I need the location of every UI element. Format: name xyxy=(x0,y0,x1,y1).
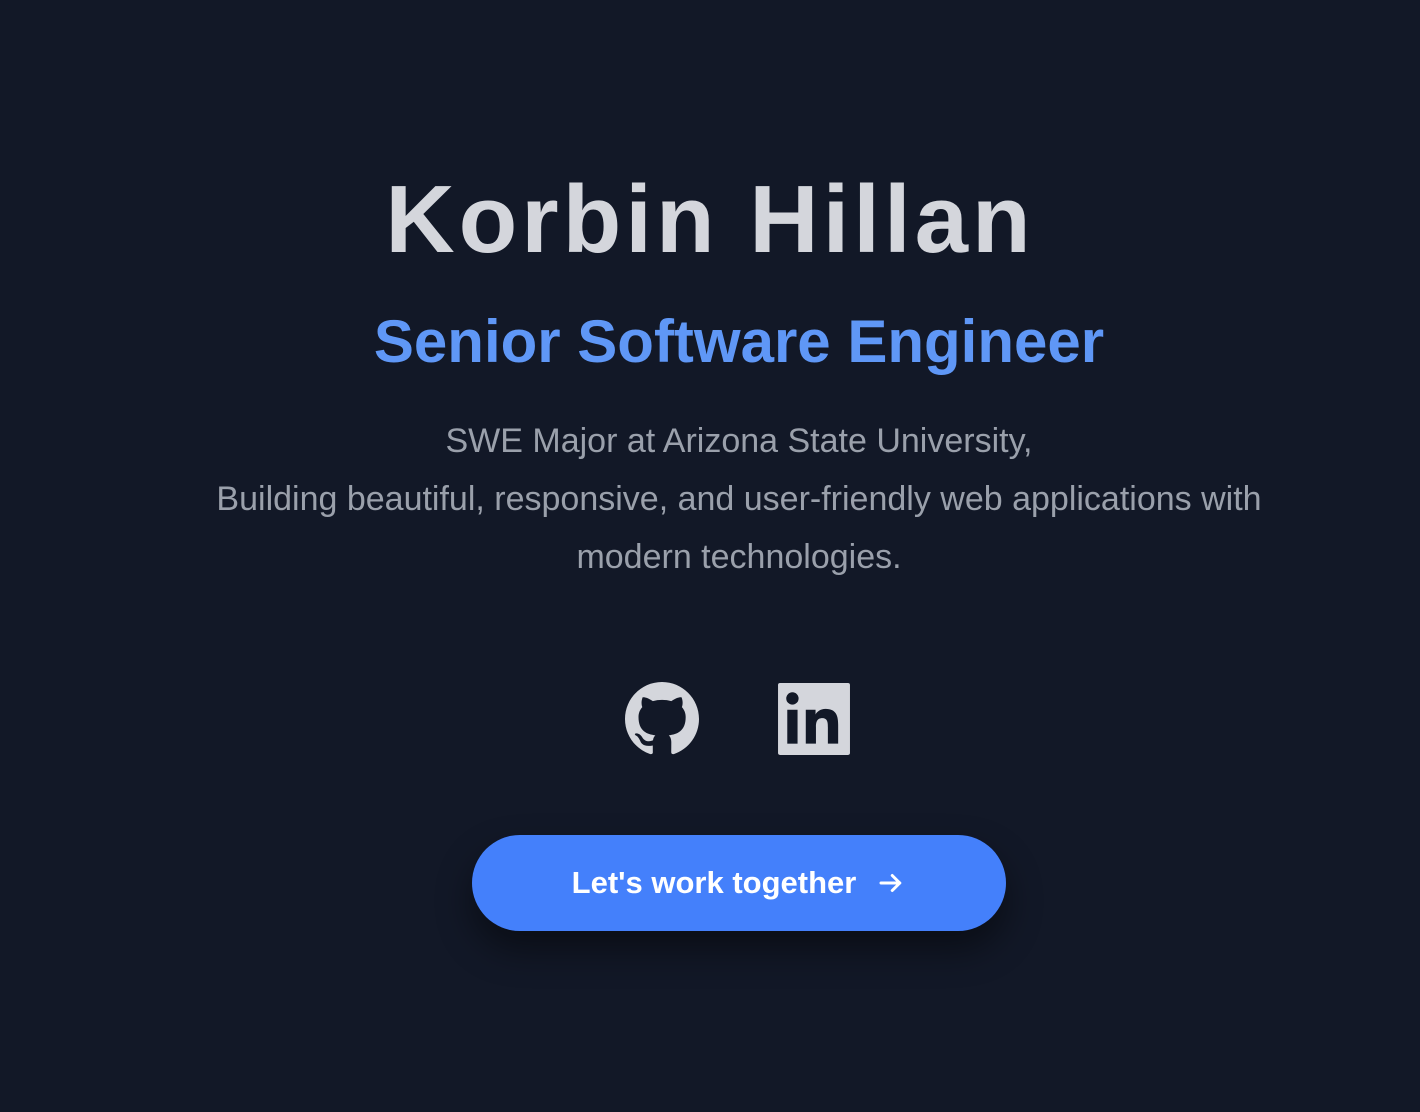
hero-bio: SWE Major at Arizona State University, B… xyxy=(160,412,1318,586)
bio-line-2: Building beautiful, responsive, and user… xyxy=(216,480,1262,576)
github-link[interactable] xyxy=(625,682,699,756)
hero-name: Korbin Hillan xyxy=(385,166,1035,273)
linkedin-icon xyxy=(778,683,850,755)
social-links xyxy=(0,682,1420,756)
bio-line-1: SWE Major at Arizona State University, xyxy=(445,422,1033,460)
arrow-right-icon xyxy=(876,868,906,898)
hero-section: Korbin Hillan Senior Software Engineer S… xyxy=(0,0,1420,1112)
lets-work-together-button[interactable]: Let's work together xyxy=(472,835,1006,931)
linkedin-link[interactable] xyxy=(777,682,851,756)
cta-label: Let's work together xyxy=(571,865,857,900)
hero-role: Senior Software Engineer xyxy=(373,308,1105,375)
github-icon xyxy=(625,682,699,755)
